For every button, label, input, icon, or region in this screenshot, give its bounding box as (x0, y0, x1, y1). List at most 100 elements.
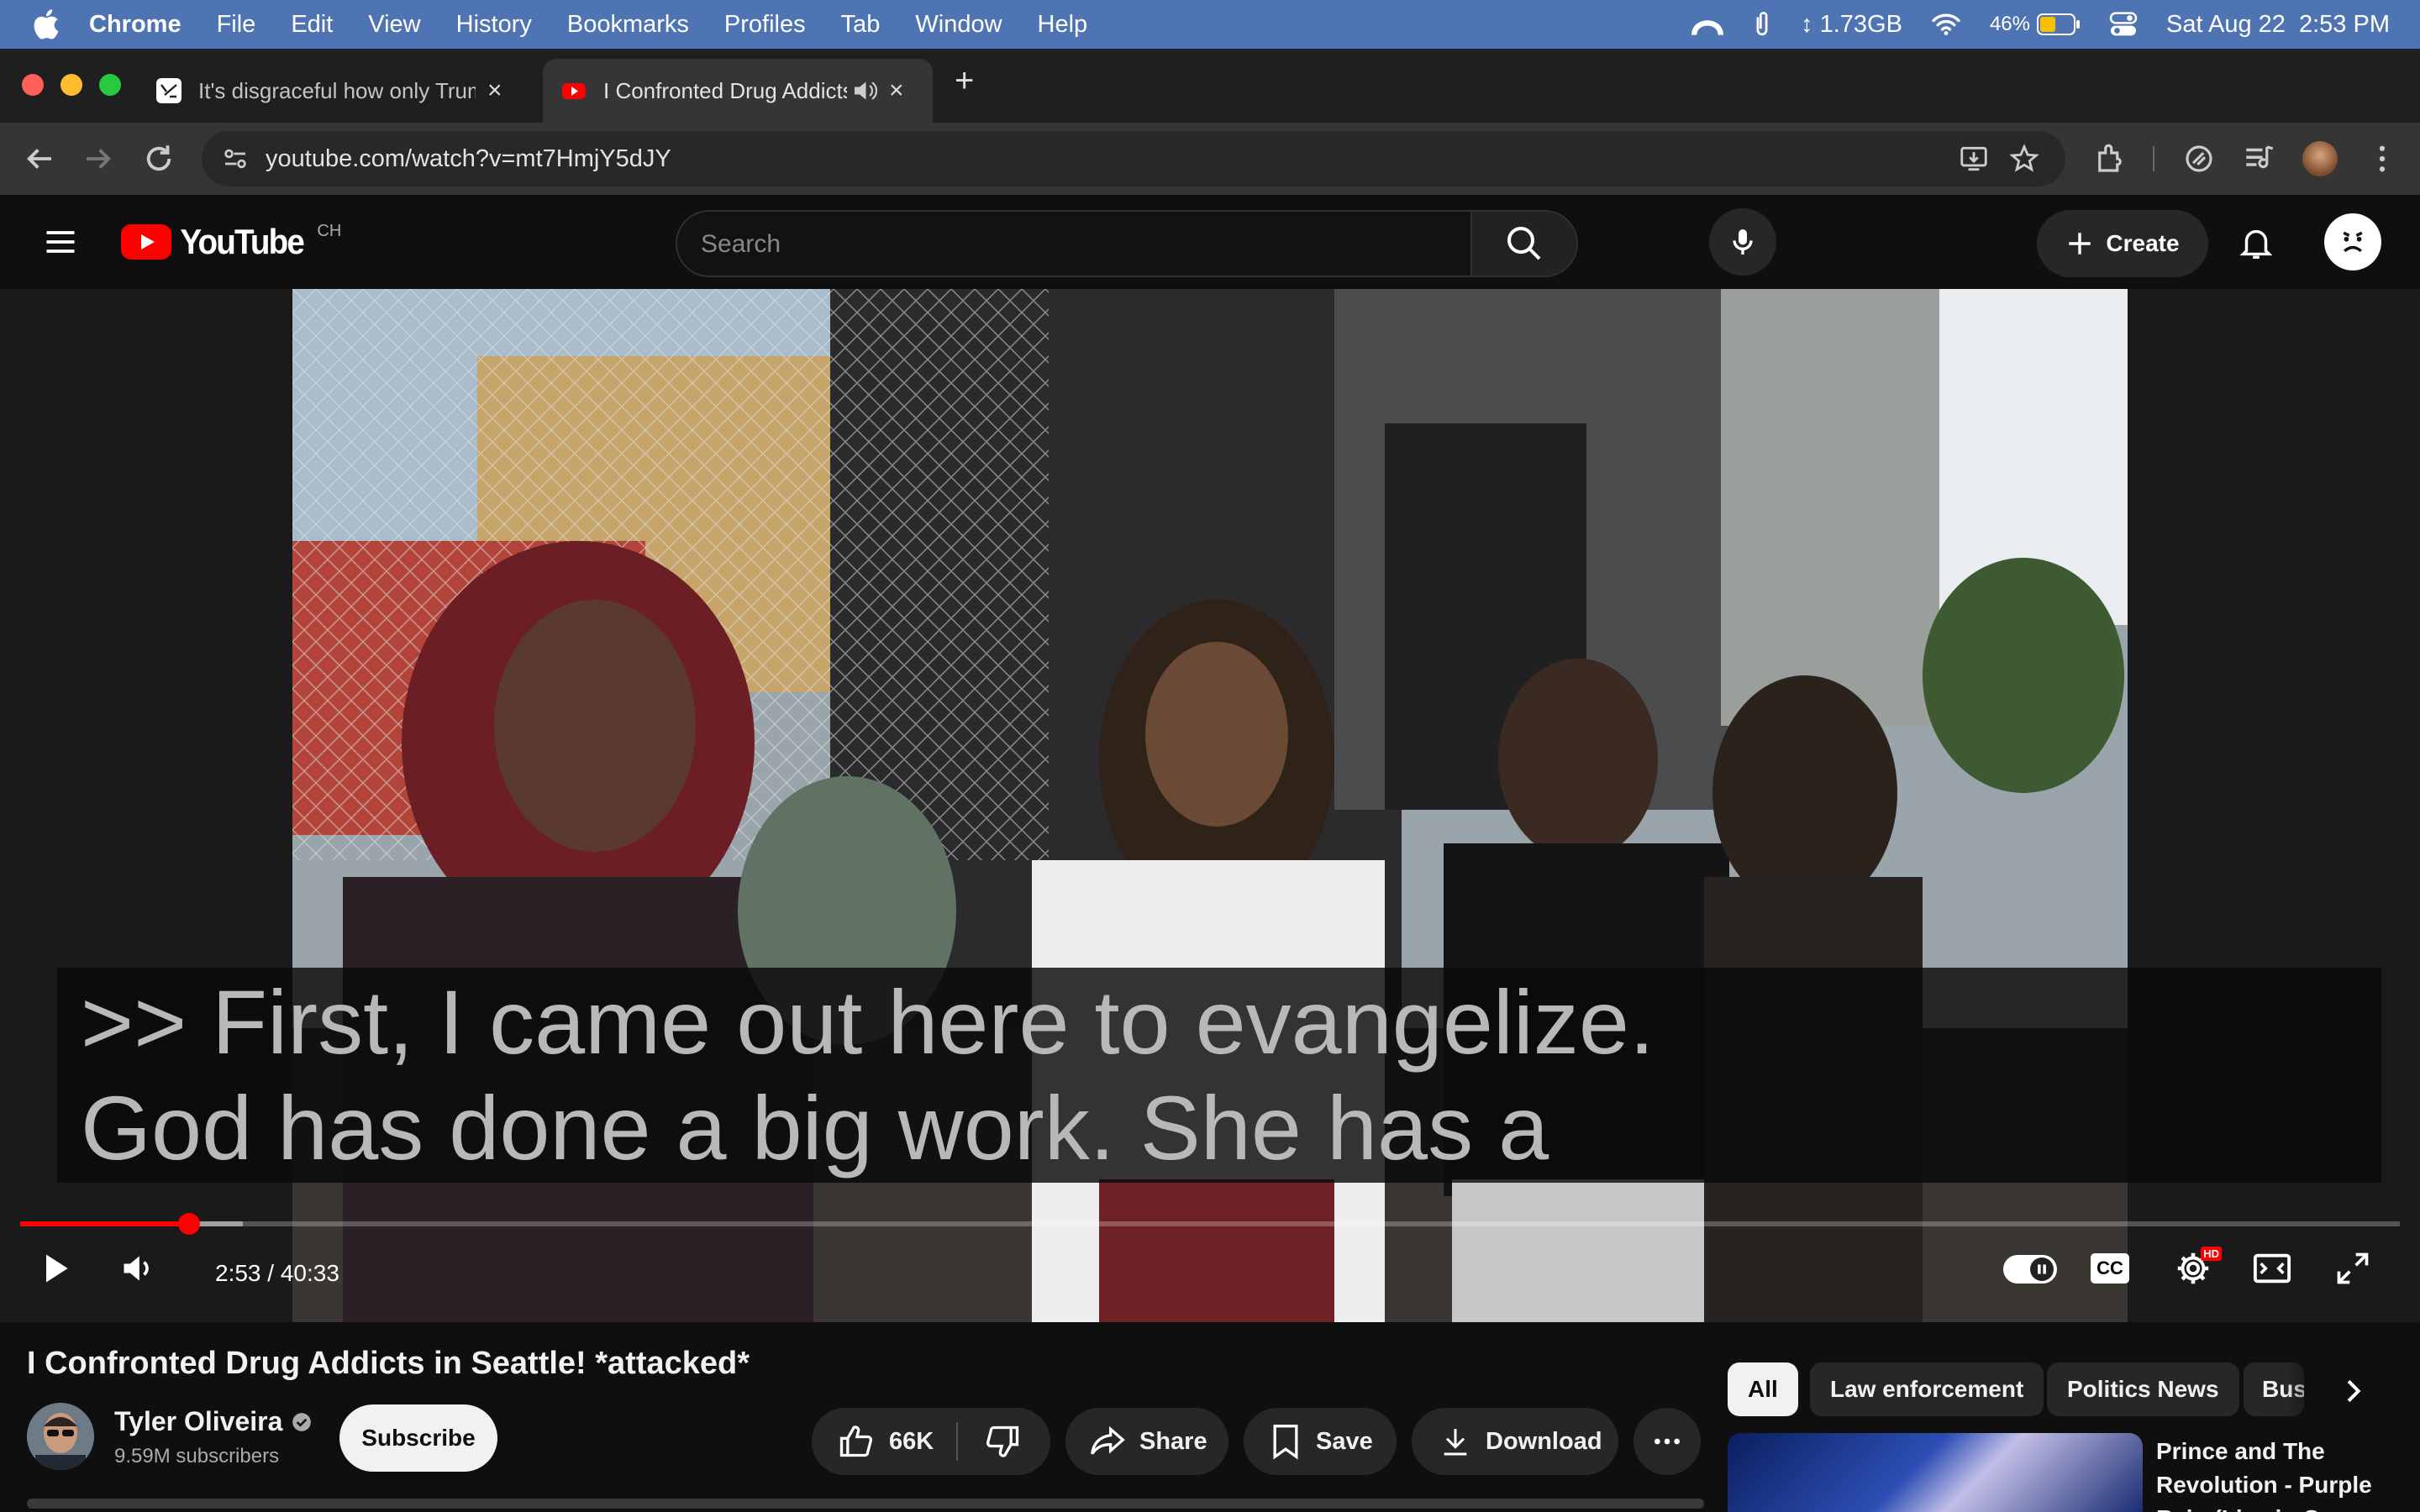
caption-line-2: God has done a big work. She has a (81, 1077, 1549, 1179)
save-label: Save (1316, 1427, 1373, 1455)
wifi-icon[interactable] (1931, 13, 1961, 36)
menu-edit[interactable]: Edit (291, 11, 333, 39)
site-info-icon[interactable] (220, 144, 250, 174)
menu-help[interactable]: Help (1038, 11, 1088, 39)
share-button[interactable]: Share (1065, 1408, 1228, 1475)
play-button[interactable] (30, 1243, 81, 1294)
address-bar[interactable]: youtube.com/watch?v=mt7HmjY5dJY (202, 131, 2065, 186)
youtube-play-logo-icon (121, 224, 171, 260)
progress-bar[interactable] (20, 1213, 2400, 1235)
youtube-favicon-icon (562, 83, 586, 99)
plus-icon (2069, 233, 2091, 255)
caption-overlay: >> First, I came out here to evangelize.… (57, 968, 2381, 1183)
youtube-logo[interactable]: YouTube CH (121, 222, 341, 262)
fullscreen-button[interactable] (2328, 1243, 2378, 1294)
download-button[interactable]: Download (1412, 1408, 1618, 1475)
theater-mode-button[interactable] (2247, 1243, 2297, 1294)
media-controls-icon[interactable] (2242, 141, 2277, 176)
zoom-window-button[interactable] (99, 74, 121, 96)
battery-icon (2036, 13, 2080, 35)
menu-window[interactable]: Window (915, 11, 1002, 39)
extension-puzzle-app-icon[interactable] (2181, 141, 2217, 176)
hamburger-menu-icon[interactable] (42, 223, 79, 260)
tab-1[interactable]: I Confronted Drug Addicts × (543, 59, 933, 123)
menu-bookmarks[interactable]: Bookmarks (567, 11, 689, 39)
pause-icon (2038, 1264, 2046, 1274)
control-center-icon[interactable] (2109, 12, 2138, 37)
memory-value: 1.73GB (1819, 10, 1902, 38)
chip-all[interactable]: All (1728, 1362, 1798, 1416)
profile-avatar[interactable] (2302, 141, 2338, 176)
menu-app-chrome[interactable]: Chrome (89, 11, 182, 39)
autoplay-toggle[interactable] (2003, 1255, 2057, 1284)
chip-law-enforcement[interactable]: Law enforcement (1810, 1362, 2044, 1416)
thumbs-up-icon (839, 1425, 873, 1457)
menu-tab[interactable]: Tab (841, 11, 881, 39)
macos-menubar: Chrome File Edit View History Bookmarks … (0, 0, 2420, 49)
memory-indicator[interactable]: ↕ 1.73GB (1801, 11, 1902, 39)
notifications-bell-icon[interactable] (2237, 223, 2275, 262)
bookmark-icon (1273, 1425, 1298, 1460)
time-display: 2:53 / 40:33 (215, 1260, 339, 1286)
save-button[interactable]: Save (1244, 1408, 1397, 1475)
played-bar (20, 1221, 190, 1226)
menu-history[interactable]: History (456, 11, 532, 39)
back-icon[interactable] (22, 141, 57, 176)
menu-view[interactable]: View (368, 11, 420, 39)
close-window-button[interactable] (22, 74, 44, 96)
memory-arrows-icon: ↕ (1801, 10, 1813, 38)
tab-0[interactable]: It's disgraceful how only Trum × (138, 59, 543, 123)
like-button[interactable]: 66K (812, 1408, 956, 1475)
channel-name[interactable]: Tyler Oliveira (114, 1406, 313, 1437)
arc-app-icon[interactable] (1691, 10, 1724, 39)
chrome-menu-icon[interactable] (2365, 141, 2400, 176)
dislike-button[interactable] (958, 1408, 1049, 1475)
paperclip-icon[interactable] (1752, 10, 1772, 39)
install-app-icon[interactable] (1958, 143, 1990, 175)
chip-politics-news[interactable]: Politics News (2047, 1362, 2239, 1416)
menu-file[interactable]: File (217, 11, 256, 39)
account-avatar[interactable] (2324, 213, 2381, 270)
twitter-favicon-icon (156, 78, 182, 103)
tab-close-button[interactable]: × (889, 76, 904, 105)
clock[interactable]: Sat Aug 22 2:53 PM (2166, 11, 2390, 39)
share-label: Share (1139, 1427, 1207, 1455)
reload-icon[interactable] (141, 141, 176, 176)
speaker-icon[interactable] (852, 79, 877, 102)
tab-title: I Confronted Drug Addicts (603, 77, 847, 103)
channel-avatar-image (27, 1403, 94, 1470)
more-actions-button[interactable] (1634, 1408, 1701, 1475)
recommendation-title[interactable]: Prince and The Revolution - Purple Rain … (2156, 1435, 2391, 1512)
search-input[interactable] (701, 225, 1373, 264)
scrubber-handle[interactable] (178, 1213, 201, 1235)
battery-percent: 46% (1989, 13, 2030, 35)
cc-label: CC (2096, 1257, 2123, 1278)
fullscreen-icon (2337, 1252, 2369, 1284)
recommendation-thumbnail[interactable] (1728, 1433, 2143, 1512)
subscribe-button[interactable]: Subscribe (339, 1404, 497, 1472)
create-button[interactable]: Create (2037, 210, 2208, 277)
search-icon (1507, 227, 1541, 260)
new-tab-button[interactable]: + (955, 62, 974, 100)
caption-line-1: >> First, I came out here to evangelize. (81, 971, 1655, 1073)
chevron-right-icon[interactable] (2336, 1374, 2370, 1408)
apple-icon[interactable] (30, 7, 66, 42)
bookmark-star-icon[interactable] (2008, 143, 2040, 175)
subtitles-button[interactable]: CC (2091, 1253, 2129, 1284)
channel-avatar[interactable] (27, 1403, 94, 1470)
video-player[interactable]: >> First, I came out here to evangelize.… (0, 289, 2420, 1322)
channel-name-text: Tyler Oliveira (114, 1406, 283, 1436)
tab-close-button[interactable]: × (487, 76, 502, 105)
minimize-window-button[interactable] (60, 74, 82, 96)
subscriber-count: 9.59M subscribers (114, 1445, 280, 1467)
mute-button[interactable] (113, 1243, 163, 1294)
voice-search-button[interactable] (1709, 208, 1776, 276)
forward-icon[interactable] (81, 141, 116, 176)
tab-title: It's disgraceful how only Trum (198, 77, 476, 103)
settings-button[interactable]: HD (2168, 1243, 2222, 1294)
menu-profiles[interactable]: Profiles (724, 11, 806, 39)
search-button[interactable] (1470, 212, 1576, 276)
battery-indicator[interactable]: 46% (1990, 13, 2081, 36)
page-scrollbar[interactable] (27, 1499, 1704, 1509)
extensions-icon[interactable] (2092, 141, 2128, 176)
